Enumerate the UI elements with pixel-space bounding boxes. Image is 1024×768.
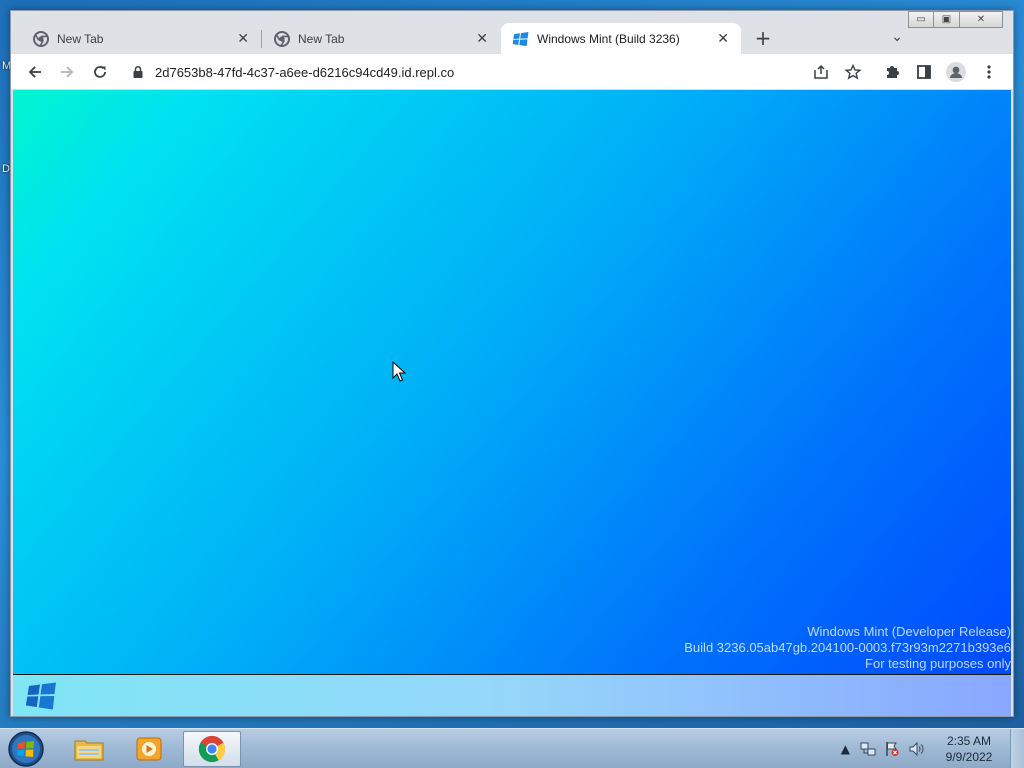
- arrow-left-icon: [28, 66, 41, 78]
- taskbar-explorer[interactable]: [60, 731, 118, 767]
- mouse-cursor-icon: [392, 361, 406, 382]
- lock-icon[interactable]: [131, 65, 145, 79]
- network-icon[interactable]: [860, 741, 876, 757]
- tab-close-icon[interactable]: ✕: [476, 31, 488, 47]
- media-player-icon: [136, 737, 162, 761]
- browser-toolbar: 2d7653b8-47fd-4c37-a6ee-d6216c94cd49.id.…: [11, 54, 1013, 90]
- arrow-right-icon: [61, 66, 74, 78]
- forward-button[interactable]: [55, 60, 79, 84]
- watermark-line: Build 3236.05ab47gb.204100-0003.f73r93m2…: [684, 640, 1011, 655]
- menu-button[interactable]: [977, 60, 1001, 84]
- tab-close-icon[interactable]: ✕: [717, 31, 729, 47]
- side-panel-button[interactable]: [912, 60, 936, 84]
- puzzle-icon: [887, 66, 899, 78]
- taskbar-media-player[interactable]: [120, 731, 178, 767]
- tab-search-button[interactable]: ⌄: [891, 29, 903, 45]
- chrome-icon: [198, 735, 226, 763]
- watermark-line: Windows Mint (Developer Release): [807, 624, 1011, 639]
- chrome-icon: [274, 30, 290, 47]
- avatar-icon: [946, 62, 966, 82]
- clock-date: 9/9/2022: [945, 750, 993, 764]
- side-panel-icon: [917, 65, 931, 79]
- profile-button[interactable]: [944, 60, 968, 84]
- reload-button[interactable]: [88, 60, 112, 84]
- chevron-up-icon[interactable]: ▲: [841, 742, 850, 756]
- system-clock[interactable]: 2:35 AM 9/9/2022: [936, 733, 1002, 765]
- clock-time: 2:35 AM: [946, 734, 992, 748]
- system-tray: ▲ 2:35 AM 9/9/2022: [835, 729, 1024, 768]
- extensions-button[interactable]: [880, 60, 904, 84]
- kebab-menu-icon: [987, 65, 991, 79]
- taskbar-chrome[interactable]: [183, 731, 241, 767]
- address-bar[interactable]: 2d7653b8-47fd-4c37-a6ee-d6216c94cd49.id.…: [123, 58, 853, 86]
- volume-icon[interactable]: [908, 741, 926, 757]
- tab-strip: New Tab ✕ New Tab ✕ Windows Mint (Build …: [11, 23, 1013, 54]
- back-button[interactable]: [23, 60, 47, 84]
- tab-title: Windows Mint (Build 3236): [537, 31, 680, 46]
- watermark-line: For testing purposes only: [865, 656, 1011, 671]
- url-text[interactable]: 2d7653b8-47fd-4c37-a6ee-d6216c94cd49.id.…: [155, 65, 454, 80]
- windows-logo-icon: [513, 31, 529, 46]
- desktop-icon-label: D: [2, 163, 10, 175]
- start-button[interactable]: [6, 730, 46, 768]
- show-desktop-button[interactable]: [1010, 729, 1024, 768]
- build-watermark: Windows Mint (Developer Release) Build 3…: [684, 624, 1011, 672]
- page-viewport[interactable]: Windows Mint (Developer Release) Build 3…: [13, 90, 1011, 716]
- browser-window: ▭ ▣ ✕ New Tab ✕ New Tab ✕ Windows Mint (…: [10, 10, 1014, 717]
- new-tab-button[interactable]: +: [751, 27, 775, 51]
- chrome-icon: [33, 30, 49, 47]
- reload-icon: [94, 66, 106, 78]
- tab-new-tab-2[interactable]: New Tab ✕: [262, 23, 500, 54]
- star-icon: [845, 64, 861, 80]
- action-center-flag-icon[interactable]: [884, 741, 900, 757]
- windows-taskbar: ▲ 2:35 AM 9/9/2022: [0, 728, 1024, 768]
- windows-logo-icon[interactable]: [25, 681, 59, 711]
- mint-taskbar: [13, 674, 1011, 716]
- tab-title: New Tab: [57, 31, 104, 46]
- share-icon: [814, 64, 828, 79]
- tab-new-tab-1[interactable]: New Tab ✕: [11, 23, 261, 54]
- bookmark-button[interactable]: [841, 60, 865, 84]
- share-button[interactable]: [809, 60, 833, 84]
- folder-icon: [74, 740, 104, 761]
- tab-close-icon[interactable]: ✕: [237, 31, 249, 47]
- tab-windows-mint[interactable]: Windows Mint (Build 3236) ✕: [501, 23, 741, 54]
- tab-title: New Tab: [298, 31, 345, 46]
